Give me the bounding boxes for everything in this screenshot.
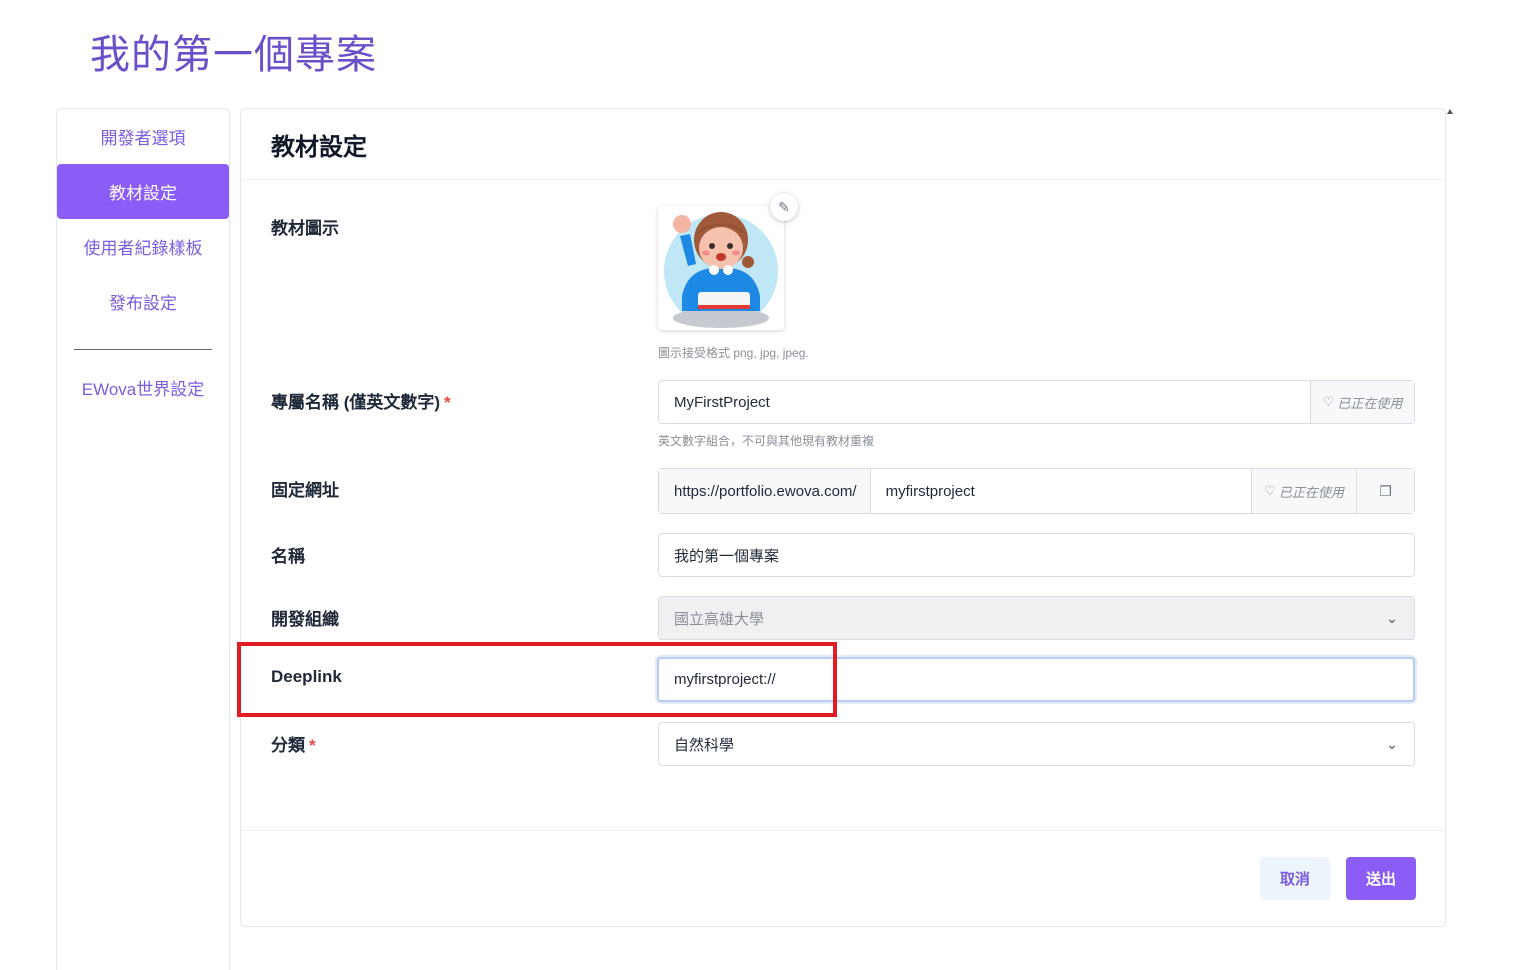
sidebar-item-developer-options[interactable]: 開發者選項 bbox=[57, 109, 229, 164]
slug-field[interactable]: MyFirstProject ♡ 已正在使用 bbox=[658, 380, 1415, 424]
scroll-up-arrow-icon[interactable] bbox=[1447, 109, 1453, 114]
url-field[interactable]: https://portfolio.ewova.com/ myfirstproj… bbox=[658, 468, 1415, 514]
slug-input[interactable]: MyFirstProject bbox=[659, 394, 1310, 411]
required-mark: * bbox=[309, 736, 316, 755]
name-input[interactable]: 我的第一個專案 bbox=[659, 545, 1414, 566]
girl-avatar-icon bbox=[658, 206, 784, 330]
url-status-text: 已正在使用 bbox=[1278, 484, 1344, 500]
pencil-icon: ✎ bbox=[778, 198, 790, 215]
shield-icon: ♡ bbox=[1322, 394, 1335, 409]
icon-format-help: 圖示接受格式 png, jpg, jpeg. bbox=[658, 346, 809, 360]
slug-help: 英文數字組合，不可與其他現有教材重複 bbox=[658, 434, 875, 448]
url-status-badge: ♡ 已正在使用 bbox=[1251, 469, 1356, 513]
url-slug-input[interactable]: myfirstproject bbox=[871, 483, 1251, 500]
card-header: 教材設定 bbox=[241, 109, 1445, 180]
category-value[interactable]: 自然科學 bbox=[659, 734, 1370, 755]
category-label: 分類 * bbox=[271, 731, 316, 756]
copy-url-button[interactable]: ❐ bbox=[1356, 469, 1414, 513]
highlight-box bbox=[237, 642, 837, 717]
org-label: 開發組織 bbox=[271, 610, 339, 629]
chevron-down-icon: ⌄ bbox=[1386, 609, 1398, 626]
submit-button[interactable]: 送出 bbox=[1346, 857, 1416, 900]
cancel-button[interactable]: 取消 bbox=[1260, 857, 1330, 900]
shield-icon: ♡ bbox=[1264, 483, 1276, 498]
slug-label-text: 專屬名稱 (僅英文數字) bbox=[271, 393, 441, 412]
category-label-text: 分類 bbox=[271, 736, 305, 755]
org-select: 國立高雄大學 ⌄ bbox=[658, 596, 1415, 640]
chevron-down-icon[interactable]: ⌄ bbox=[1370, 736, 1414, 753]
edit-icon-button[interactable]: ✎ bbox=[770, 193, 798, 221]
slug-status-text: 已正在使用 bbox=[1337, 395, 1403, 411]
page-title: 我的第一個專案 bbox=[90, 33, 377, 77]
icon-label: 教材圖示 bbox=[271, 219, 339, 238]
material-icon-image[interactable] bbox=[658, 206, 784, 330]
url-prefix: https://portfolio.ewova.com/ bbox=[659, 469, 871, 513]
sidebar-item-user-record-template[interactable]: 使用者紀錄樣板 bbox=[57, 219, 229, 274]
copy-icon: ❐ bbox=[1379, 482, 1392, 499]
slug-status-badge: ♡ 已正在使用 bbox=[1310, 381, 1414, 423]
required-mark: * bbox=[444, 393, 451, 412]
sidebar-item-ewova-world-settings[interactable]: EWova世界設定 bbox=[57, 360, 229, 415]
name-label: 名稱 bbox=[271, 547, 305, 566]
settings-card: 教材設定 教材圖示 ✎ 圖示接受格式 png, jpg, jpeg. 專屬名稱 … bbox=[240, 108, 1446, 927]
slug-label: 專屬名稱 (僅英文數字) * bbox=[271, 388, 451, 413]
org-value: 國立高雄大學 bbox=[674, 610, 765, 628]
sidebar-divider bbox=[74, 349, 212, 350]
category-select[interactable]: 自然科學 ⌄ bbox=[658, 722, 1415, 766]
sidebar-item-material-settings[interactable]: 教材設定 bbox=[57, 164, 229, 219]
sidebar: 開發者選項 教材設定 使用者紀錄樣板 發布設定 EWova世界設定 bbox=[56, 108, 230, 970]
url-label: 固定網址 bbox=[271, 481, 339, 500]
name-field[interactable]: 我的第一個專案 bbox=[658, 533, 1415, 577]
sidebar-item-publish-settings[interactable]: 發布設定 bbox=[57, 274, 229, 329]
card-title: 教材設定 bbox=[271, 133, 367, 161]
